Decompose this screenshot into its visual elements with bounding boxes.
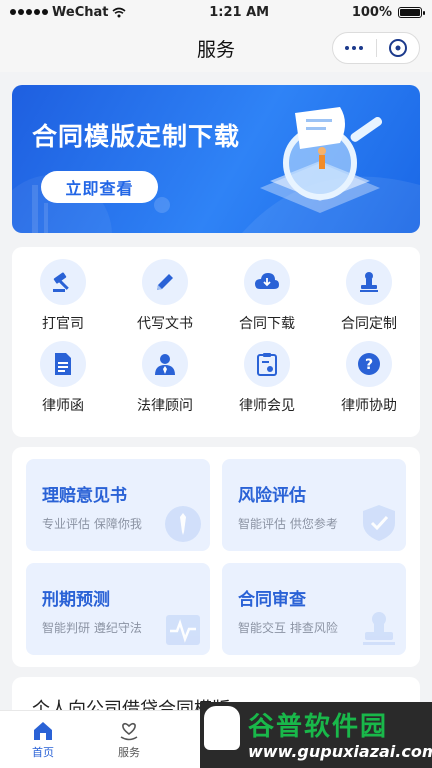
service-label: 法律顾问: [137, 398, 193, 414]
feature-title: 风险评估: [238, 486, 306, 506]
tie-icon: [165, 506, 201, 542]
view-now-button[interactable]: 立即查看: [41, 171, 158, 203]
service-label: 律师函: [42, 398, 84, 414]
more-dots-icon: [345, 46, 364, 50]
feature-title: 理赔意见书: [42, 486, 127, 506]
service-label: 打官司: [42, 316, 84, 332]
service-grid-card: 打官司 代写文书 合同下载 合同定制 律师函 法律顾问 律师会见 ? 律师协助: [12, 247, 420, 437]
clipboard-icon: [244, 341, 290, 387]
home-icon: [34, 721, 52, 740]
feature-claim-opinion[interactable]: 理赔意见书 专业评估 保障你我: [26, 459, 210, 551]
miniprogram-capsule: [332, 32, 420, 64]
battery-percent: 100%: [351, 4, 392, 20]
service-label: 代写文书: [137, 316, 193, 332]
close-button[interactable]: [377, 33, 420, 63]
cloud-download-icon: [244, 259, 290, 305]
tab-label: 首页: [32, 745, 54, 759]
feature-subtitle: 智能判研 遵纪守法: [42, 621, 142, 635]
page-title: 服务: [196, 38, 235, 61]
wifi-icon: [112, 7, 126, 17]
feature-subtitle: 智能评估 供您参考: [238, 517, 338, 531]
question-icon: ?: [346, 341, 392, 387]
watermark-mascot-icon: [204, 706, 240, 750]
feature-title: 刑期预测: [42, 590, 110, 610]
status-left: WeChat: [10, 5, 126, 20]
stamp-icon: [363, 612, 395, 645]
lawyer-icon: [142, 341, 188, 387]
tab-service[interactable]: 服务: [86, 711, 172, 768]
service-lawyer-letter[interactable]: 律师函: [12, 341, 114, 415]
tab-label: 服务: [118, 745, 140, 759]
watermark: 谷普软件园 www.gupuxiazai.com: [200, 702, 432, 768]
status-bar: WeChat 1:21 AM 100%: [0, 0, 432, 24]
feature-subtitle: 智能交互 排查风险: [238, 621, 338, 635]
banner-title: 合同模版定制下载: [32, 122, 241, 151]
svg-text:?: ?: [365, 357, 373, 373]
service-litigation[interactable]: 打官司: [12, 259, 114, 333]
stamp-icon: [346, 259, 392, 305]
pulse-chart-icon: [166, 615, 200, 645]
status-time: 1:21 AM: [209, 4, 270, 20]
document-icon: [40, 341, 86, 387]
feature-risk-assessment[interactable]: 风险评估 智能评估 供您参考: [222, 459, 406, 551]
heart-hand-icon: [120, 722, 138, 740]
service-contract-custom[interactable]: 合同定制: [318, 259, 420, 333]
feature-sentence-prediction[interactable]: 刑期预测 智能判研 遵纪守法: [26, 563, 210, 655]
gavel-icon: [40, 259, 86, 305]
more-button[interactable]: [333, 33, 376, 63]
status-right: 100%: [351, 4, 425, 20]
service-lawyer-assist[interactable]: ? 律师协助: [318, 341, 420, 415]
feature-title: 合同审查: [238, 590, 306, 610]
service-label: 合同定制: [341, 316, 397, 332]
close-target-icon: [388, 39, 407, 57]
magnifier-document-illustration: [260, 107, 383, 213]
promo-banner[interactable]: 合同模版定制下载 立即查看: [12, 85, 420, 233]
signal-icon: [10, 9, 48, 15]
service-document-writing[interactable]: 代写文书: [114, 259, 216, 333]
service-contract-download[interactable]: 合同下载: [216, 259, 318, 333]
watermark-text: 谷普软件园: [248, 712, 389, 742]
battery-icon: [397, 6, 425, 18]
shield-check-icon: [363, 505, 395, 541]
carrier-name: WeChat: [52, 4, 109, 20]
watermark-url: www.gupuxiazai.com: [248, 742, 432, 761]
tab-home[interactable]: 首页: [0, 711, 86, 768]
feature-subtitle: 专业评估 保障你我: [42, 517, 142, 531]
feature-contract-review[interactable]: 合同审查 智能交互 排查风险: [222, 563, 406, 655]
service-lawyer-meeting[interactable]: 律师会见: [216, 341, 318, 415]
service-legal-advisor[interactable]: 法律顾问: [114, 341, 216, 415]
feature-card: 理赔意见书 专业评估 保障你我 风险评估 智能评估 供您参考 刑期预测 智能判研…: [12, 447, 420, 667]
pencil-icon: [142, 259, 188, 305]
service-grid: 打官司 代写文书 合同下载 合同定制 律师函 法律顾问 律师会见 ? 律师协助: [12, 247, 420, 415]
nav-bar: 服务: [0, 24, 432, 72]
service-label: 律师协助: [341, 398, 397, 414]
service-label: 律师会见: [239, 398, 295, 414]
service-label: 合同下载: [239, 316, 295, 332]
